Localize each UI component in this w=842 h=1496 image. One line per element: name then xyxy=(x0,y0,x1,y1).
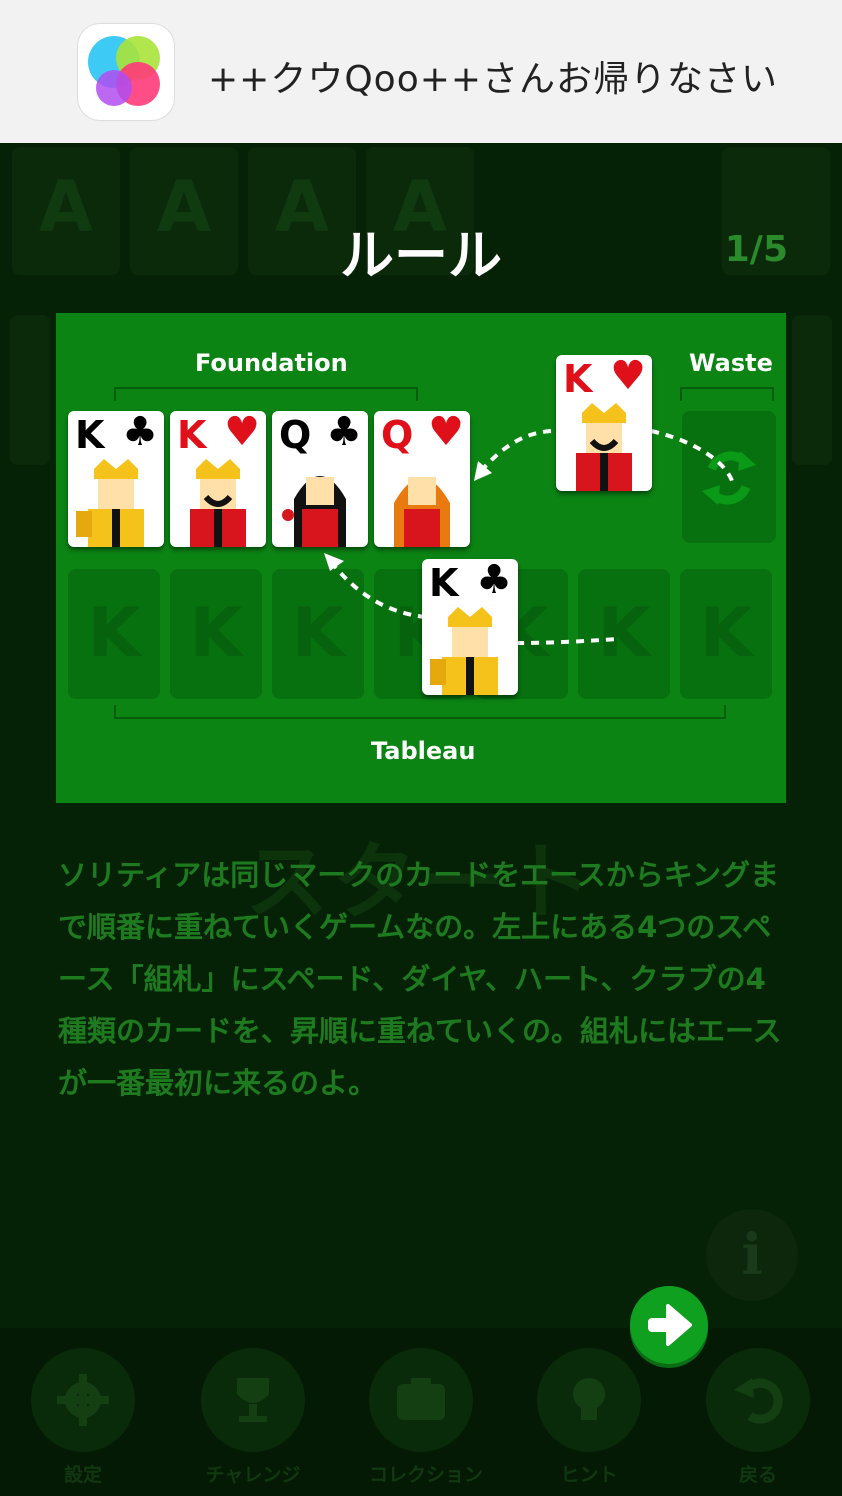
heart-suit-icon: ♥ xyxy=(428,411,464,455)
foundation-card: K ♣ xyxy=(68,411,164,547)
trophy-icon xyxy=(237,1378,269,1422)
info-button[interactable]: i xyxy=(706,1209,798,1301)
nav-settings[interactable]: 設定 xyxy=(31,1348,135,1487)
nav-hint-label: ヒント xyxy=(560,1464,618,1486)
club-suit-icon: ♣ xyxy=(476,559,512,603)
nav-challenge-label: チャレンジ xyxy=(205,1464,301,1486)
collection-icon xyxy=(397,1378,445,1420)
nav-undo-label: 戻る xyxy=(738,1464,777,1486)
tableau-card: K ♣ xyxy=(422,559,518,695)
move-arrows xyxy=(324,429,734,645)
card-rank: Q xyxy=(381,413,414,457)
waste-arrow-tail xyxy=(650,429,734,482)
foundation-card: Q ♥ xyxy=(374,411,470,547)
welcome-message: ++クウQoo++さんお帰りなさい xyxy=(208,59,779,100)
nav-settings-label: 設定 xyxy=(63,1464,102,1486)
nav-undo[interactable]: 戻る xyxy=(706,1348,810,1487)
welcome-notification[interactable]: ++クウQoo++さんお帰りなさい xyxy=(0,0,842,143)
heart-suit-icon: ♥ xyxy=(224,411,260,455)
tableau-to-foundation-arrow xyxy=(330,561,427,619)
nav-collection[interactable]: コレクション xyxy=(369,1348,484,1487)
queen-figure-icon xyxy=(282,476,346,547)
waste-card: K ♥ xyxy=(556,355,652,491)
card-rank: K xyxy=(563,357,593,401)
card-rank: Q xyxy=(279,413,312,457)
nav-collection-label: コレクション xyxy=(369,1464,484,1486)
next-page-button[interactable] xyxy=(630,1286,708,1364)
king-figure-icon xyxy=(190,459,246,547)
tableau-arrow-tail xyxy=(515,637,619,645)
dialog-title: ルール xyxy=(340,224,502,287)
queen-figure-icon xyxy=(394,477,450,547)
waste-to-foundation-arrow xyxy=(479,429,552,473)
page-indicator: 1/5 xyxy=(724,229,788,270)
lightbulb-icon xyxy=(573,1378,605,1420)
ghost-tableau-edge xyxy=(792,315,832,465)
nav-challenge[interactable]: チャレンジ xyxy=(201,1348,305,1487)
bottom-nav: 設定 チャレンジ コレクション ヒント 戻る xyxy=(0,1328,842,1496)
card-rank: K xyxy=(429,561,459,605)
game-center-icon xyxy=(78,24,174,120)
rules-illustration: Foundation Waste K K K K K K K Tableau K… xyxy=(56,313,786,803)
undo-icon xyxy=(734,1378,783,1424)
card-rank: K xyxy=(75,413,105,457)
king-figure-icon xyxy=(576,403,632,491)
arrow-right-icon xyxy=(648,1304,692,1346)
gear-icon xyxy=(57,1374,109,1426)
game-area: A A A A スタート ルール 1/5 Foundation Waste K … xyxy=(0,143,842,1496)
king-figure-icon xyxy=(76,459,144,547)
foundation-card: Q ♣ xyxy=(272,411,368,547)
heart-suit-icon: ♥ xyxy=(610,355,646,399)
club-suit-icon: ♣ xyxy=(326,411,362,455)
club-suit-icon: ♣ xyxy=(122,411,158,455)
ghost-tableau-edge xyxy=(10,315,50,465)
rules-description: ソリティアは同じマークのカードをエースからキングまで順番に重ねていくゲームなの。… xyxy=(58,858,782,1100)
foundation-card: K ♥ xyxy=(170,411,266,547)
card-rank: K xyxy=(177,413,207,457)
nav-hint[interactable]: ヒント xyxy=(537,1348,641,1487)
king-figure-icon xyxy=(430,607,498,695)
